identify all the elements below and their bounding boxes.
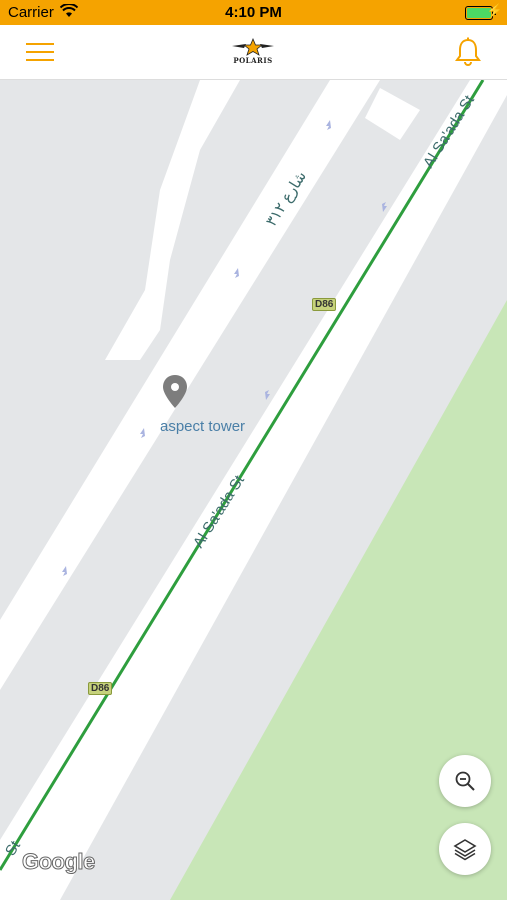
- hamburger-menu-icon[interactable]: [26, 41, 54, 63]
- route-shield: D86: [88, 682, 113, 695]
- route-shield: D86: [312, 298, 337, 311]
- layers-icon: [453, 839, 477, 861]
- status-bar: Carrier 4:10 PM ⚡: [0, 0, 507, 25]
- bell-icon[interactable]: [455, 37, 481, 67]
- top-navigation-bar: POLARIS: [0, 25, 507, 80]
- charging-icon: ⚡: [486, 3, 503, 18]
- layers-button[interactable]: [439, 823, 491, 875]
- zoom-out-button[interactable]: [439, 755, 491, 807]
- map-view[interactable]: aspect tower Al Sa'ada St Al Sa'ada St S…: [0, 80, 507, 900]
- zoom-out-icon: [455, 771, 475, 791]
- clock: 4:10 PM: [225, 4, 282, 21]
- polaris-logo: POLARIS: [230, 37, 276, 68]
- poi-label[interactable]: aspect tower: [160, 418, 245, 435]
- logo-text: POLARIS: [233, 56, 273, 65]
- google-attribution: Google: [22, 849, 96, 875]
